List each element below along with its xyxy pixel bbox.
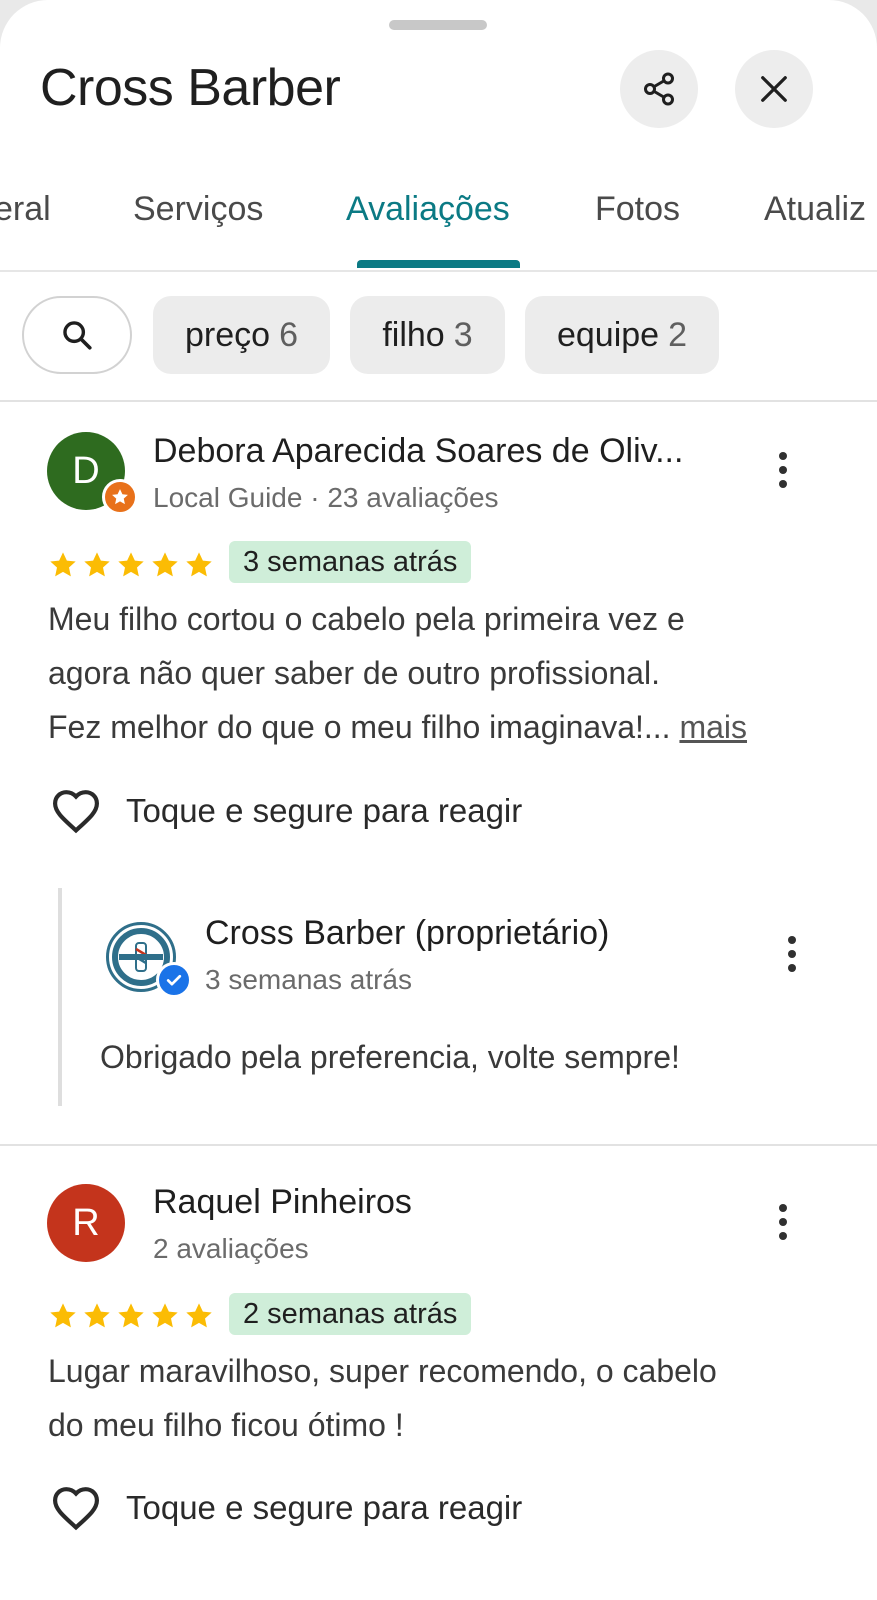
review-date-badge: 3 semanas atrás bbox=[229, 541, 472, 583]
filter-chip-filho[interactable]: filho 3 bbox=[350, 296, 505, 374]
star-rating bbox=[47, 545, 215, 585]
reply-more-options-icon[interactable] bbox=[772, 924, 812, 984]
divider bbox=[0, 400, 877, 402]
close-icon bbox=[761, 76, 787, 102]
review-date-badge: 2 semanas atrás bbox=[229, 1293, 472, 1335]
star-icon bbox=[112, 489, 128, 505]
star-icon bbox=[186, 1303, 212, 1328]
owner-reply-text: Obrigado pela preferencia, volte sempre! bbox=[100, 1039, 680, 1075]
owner-reply-date: 3 semanas atrás bbox=[205, 964, 412, 995]
owner-name: Cross Barber (proprietário) bbox=[205, 914, 610, 952]
chip-label: filho bbox=[382, 315, 445, 354]
share-icon bbox=[644, 72, 674, 106]
close-button[interactable] bbox=[735, 50, 813, 128]
tab-updates[interactable]: Atualiz bbox=[764, 190, 866, 229]
chip-label: preço bbox=[185, 315, 271, 354]
star-rating bbox=[47, 1296, 215, 1336]
checkmark-icon bbox=[166, 974, 182, 986]
star-icon bbox=[50, 1303, 76, 1328]
reviewer-name[interactable]: Debora Aparecida Soares de Oliv... bbox=[153, 432, 683, 471]
review-text: Meu filho cortou o cabelo pela primeira … bbox=[48, 592, 838, 754]
star-icon bbox=[118, 1303, 144, 1328]
chip-count: 2 bbox=[668, 315, 688, 354]
read-more-link[interactable]: mais bbox=[679, 709, 747, 745]
active-tab-indicator bbox=[357, 260, 520, 268]
react-button[interactable]: Toque e segure para reagir bbox=[50, 788, 522, 834]
owner-reply-bar bbox=[58, 888, 62, 1106]
star-icon bbox=[84, 1303, 110, 1328]
review-text: Lugar maravilhoso, super recomendo, o ca… bbox=[48, 1344, 838, 1452]
star-icon bbox=[50, 552, 76, 577]
place-sheet: Cross Barber eral Serviços Avaliações Fo… bbox=[0, 0, 877, 1600]
avatar[interactable]: R bbox=[47, 1184, 125, 1262]
review-text-line: Fez melhor do que o meu filho imaginava!… bbox=[48, 709, 671, 745]
review-more-options-icon[interactable] bbox=[763, 1192, 803, 1252]
tab-photos[interactable]: Fotos bbox=[595, 190, 680, 229]
place-title: Cross Barber bbox=[40, 59, 341, 117]
tab-services[interactable]: Serviços bbox=[133, 190, 263, 229]
divider bbox=[0, 1144, 877, 1146]
star-icon bbox=[84, 552, 110, 577]
avatar-letter: D bbox=[72, 449, 100, 492]
verified-badge bbox=[156, 962, 192, 998]
reviewer-meta: Local Guide · 23 avaliações bbox=[153, 482, 499, 513]
search-reviews-button[interactable] bbox=[22, 296, 132, 374]
filter-chip-equipe[interactable]: equipe 2 bbox=[525, 296, 719, 374]
review-text-line: Meu filho cortou o cabelo pela primeira … bbox=[48, 601, 685, 637]
heart-outline-icon bbox=[52, 1487, 100, 1531]
star-icon bbox=[152, 552, 178, 577]
tab-bar: eral Serviços Avaliações Fotos Atualiz bbox=[0, 160, 877, 272]
heart-outline-icon bbox=[52, 790, 100, 834]
drag-handle[interactable] bbox=[389, 20, 487, 30]
filter-chip-preco[interactable]: preço 6 bbox=[153, 296, 330, 374]
local-guide-badge bbox=[102, 479, 138, 515]
react-button[interactable]: Toque e segure para reagir bbox=[50, 1485, 522, 1531]
avatar-letter: R bbox=[72, 1201, 100, 1244]
chip-count: 3 bbox=[453, 315, 473, 354]
review-text-line: agora não quer saber de outro profission… bbox=[48, 655, 660, 691]
share-button[interactable] bbox=[620, 50, 698, 128]
tab-overview[interactable]: eral bbox=[0, 190, 51, 229]
review-more-options-icon[interactable] bbox=[763, 440, 803, 500]
review-text-line: do meu filho ficou ótimo ! bbox=[48, 1407, 404, 1443]
react-label: Toque e segure para reagir bbox=[126, 792, 523, 829]
search-icon bbox=[63, 321, 92, 350]
tab-reviews[interactable]: Avaliações bbox=[346, 190, 510, 229]
react-label: Toque e segure para reagir bbox=[126, 1489, 523, 1526]
chip-count: 6 bbox=[279, 315, 298, 354]
reviewer-meta: 2 avaliações bbox=[153, 1233, 309, 1264]
star-icon bbox=[118, 552, 144, 577]
star-icon bbox=[152, 1303, 178, 1328]
chip-label: equipe bbox=[556, 315, 660, 354]
review-filter-chips: preço 6 filho 3 equipe 2 bbox=[0, 296, 877, 376]
review-text-line: Lugar maravilhoso, super recomendo, o ca… bbox=[48, 1353, 717, 1389]
star-icon bbox=[186, 552, 212, 577]
reviewer-name[interactable]: Raquel Pinheiros bbox=[153, 1183, 412, 1222]
